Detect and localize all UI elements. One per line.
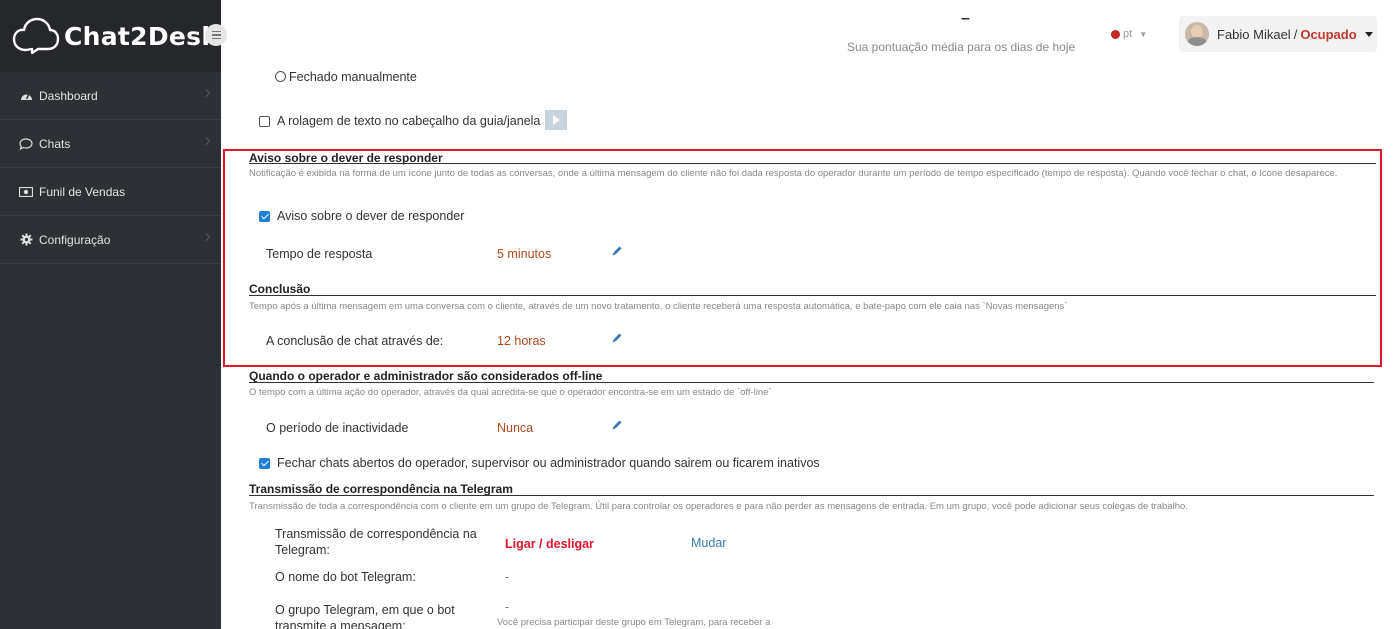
brand-name: Chat2Desk <box>64 22 219 51</box>
menu-toggle-icon[interactable] <box>205 24 227 46</box>
caret-down-icon: ▼ <box>1139 29 1148 39</box>
scroll-title-checkbox[interactable] <box>259 116 270 127</box>
scroll-title-label: A rolagem de texto no cabeçalho da guia/… <box>277 114 541 128</box>
conclusion-value: 12 horas <box>497 334 546 348</box>
chevron-right-icon <box>201 232 211 242</box>
avatar <box>1185 22 1209 46</box>
brand-logo[interactable]: Chat2Desk <box>0 0 227 72</box>
section-divider <box>249 163 1376 164</box>
group-value: - <box>505 600 510 614</box>
reply-warning-description: Notificação é exibida na forma de um íco… <box>249 168 1338 179</box>
score-caption: Sua pontuação média para os dias de hoje <box>847 40 1076 54</box>
language-selector[interactable]: pt ▼ <box>1111 28 1147 40</box>
telegram-heading: Transmissão de correspondência na Telegr… <box>249 482 513 496</box>
conclusion-heading: Conclusão <box>249 282 311 296</box>
play-icon[interactable] <box>545 110 567 130</box>
user-name: Fabio Mikael <box>1217 26 1291 42</box>
group-label: O grupo Telegram, em que o bot <box>275 603 455 617</box>
transmission-label-cont: Telegram: <box>275 543 330 557</box>
close-chats-label: Fechar chats abertos do operador, superv… <box>277 456 820 470</box>
section-divider <box>249 382 1374 383</box>
telegram-toggle[interactable]: Ligar / desligar <box>505 537 594 551</box>
sidebar: Chat2Desk Dashboard Chats Funil de Venda… <box>0 0 227 629</box>
transmission-label: Transmissão de correspondência na <box>275 527 477 541</box>
inactivity-label: O período de inactividade <box>266 421 409 435</box>
user-menu[interactable]: Fabio Mikael / Ocupado <box>1179 16 1377 52</box>
section-divider <box>249 295 1376 296</box>
sidebar-item-label: Configuração <box>39 232 111 247</box>
sidebar-item-label: Dashboard <box>39 88 98 103</box>
change-link[interactable]: Mudar <box>691 536 726 550</box>
sidebar-item-label: Chats <box>39 136 71 151</box>
dashboard-icon <box>19 89 33 103</box>
money-icon <box>19 185 33 199</box>
chat-bubble-icon <box>19 137 33 151</box>
settings-content: Fechado manualmente A rolagem de texto n… <box>221 70 1400 629</box>
inactivity-value: Nunca <box>497 421 534 435</box>
close-chats-checkbox[interactable] <box>259 458 270 469</box>
top-header: – Sua pontuação média para os dias de ho… <box>221 0 1400 72</box>
chevron-right-icon <box>201 88 211 98</box>
caret-down-icon <box>1364 31 1373 37</box>
user-status: Ocupado <box>1300 26 1357 42</box>
chevron-right-icon <box>201 136 211 146</box>
bot-name-value: - <box>505 570 510 584</box>
group-label-cont: transmite a mensagem: <box>275 619 406 629</box>
bot-name-label: O nome do bot Telegram: <box>275 570 416 584</box>
section-divider <box>249 495 1374 496</box>
response-time-value: 5 minutos <box>497 247 552 261</box>
radio-closed-manually[interactable] <box>275 71 286 82</box>
response-time-label: Tempo de resposta <box>266 247 373 261</box>
score-value: – <box>961 10 970 27</box>
sidebar-nav: Dashboard Chats Funil de Vendas Configur… <box>0 72 221 264</box>
gear-icon <box>19 233 33 247</box>
telegram-description: Transmissão de toda a correspondência co… <box>249 501 1188 512</box>
cloud-logo-icon <box>12 17 60 54</box>
group-hint: Você precisa participar deste grupo em T… <box>497 617 771 628</box>
conclusion-description: Tempo após a última mensagem em uma conv… <box>249 301 1068 312</box>
user-separator: / <box>1293 26 1298 42</box>
radio-label: Fechado manualmente <box>289 70 417 84</box>
conclusion-label: A conclusão de chat através de: <box>266 334 444 348</box>
edit-pencil-icon[interactable] <box>611 245 623 257</box>
sidebar-item-settings[interactable]: Configuração <box>0 216 221 264</box>
edit-pencil-icon[interactable] <box>611 332 623 344</box>
reply-warning-checkbox-label: Aviso sobre o dever de responder <box>277 209 465 223</box>
flag-icon <box>1111 29 1120 39</box>
sidebar-item-label: Funil de Vendas <box>39 184 126 199</box>
edit-pencil-icon[interactable] <box>611 419 623 431</box>
sidebar-item-dashboard[interactable]: Dashboard <box>0 72 221 120</box>
sidebar-item-sales-funnel[interactable]: Funil de Vendas <box>0 168 221 216</box>
language-code: pt <box>1123 28 1133 40</box>
sidebar-item-chats[interactable]: Chats <box>0 120 221 168</box>
offline-heading: Quando o operador e administrador são co… <box>249 369 603 383</box>
offline-description: O tempo com a última ação do operador, a… <box>249 387 772 398</box>
reply-warning-checkbox[interactable] <box>259 211 270 222</box>
